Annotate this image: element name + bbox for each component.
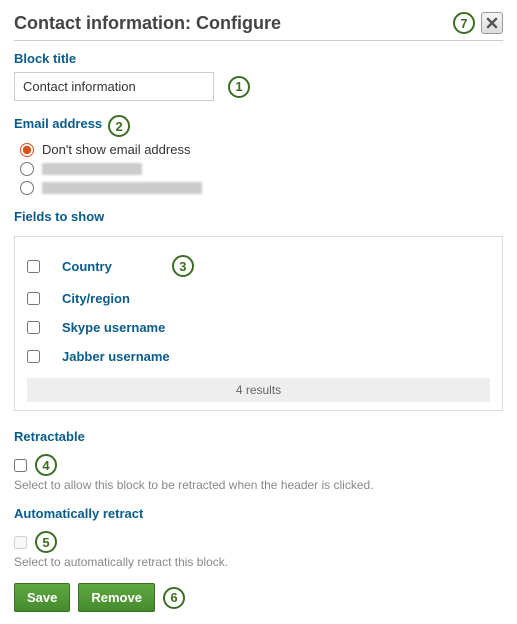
annotation-3: 3 xyxy=(172,255,194,277)
retractable-section: Retractable 4 Select to allow this block… xyxy=(14,429,503,492)
annotation-7: 7 xyxy=(453,12,475,34)
retractable-label: Retractable xyxy=(14,429,85,444)
email-option-redacted-2[interactable] xyxy=(20,181,503,195)
field-row-city: City/region xyxy=(27,291,490,306)
annotation-1: 1 xyxy=(228,76,250,98)
redacted-text xyxy=(42,182,202,194)
field-row-skype: Skype username xyxy=(27,320,490,335)
redacted-text xyxy=(42,163,142,175)
block-title-label: Block title xyxy=(14,51,76,66)
annotation-4: 4 xyxy=(35,454,57,476)
radio-redacted-1[interactable] xyxy=(20,162,34,176)
field-label[interactable]: City/region xyxy=(62,291,130,306)
save-button[interactable]: Save xyxy=(14,583,70,612)
checkbox-auto-retract xyxy=(14,536,27,549)
auto-retract-help: Select to automatically retract this blo… xyxy=(14,555,503,569)
field-label[interactable]: Jabber username xyxy=(62,349,170,364)
retractable-help: Select to allow this block to be retract… xyxy=(14,478,503,492)
field-label[interactable]: Country xyxy=(62,259,112,274)
email-option-dont-show[interactable]: Don't show email address xyxy=(20,142,503,157)
auto-retract-section: Automatically retract 5 Select to automa… xyxy=(14,506,503,569)
annotation-6: 6 xyxy=(163,587,185,609)
radio-dont-show[interactable] xyxy=(20,143,34,157)
close-icon xyxy=(486,17,498,29)
block-title-section: Block title 1 xyxy=(14,51,503,101)
checkbox-jabber[interactable] xyxy=(27,350,40,363)
dialog-title: Contact information: Configure xyxy=(14,13,453,34)
email-option-redacted-1[interactable] xyxy=(20,162,503,176)
radio-label: Don't show email address xyxy=(42,142,190,157)
auto-retract-label: Automatically retract xyxy=(14,506,143,521)
button-row: Save Remove 6 xyxy=(14,583,503,612)
radio-redacted-2[interactable] xyxy=(20,181,34,195)
email-address-section: Email address 2 Don't show email address xyxy=(14,115,503,195)
fields-to-show-section: Fields to show Country 3 City/region Sky… xyxy=(14,209,503,411)
checkbox-city[interactable] xyxy=(27,292,40,305)
annotation-2: 2 xyxy=(108,115,130,137)
fields-box: Country 3 City/region Skype username Jab… xyxy=(14,236,503,411)
checkbox-retractable[interactable] xyxy=(14,459,27,472)
annotation-5: 5 xyxy=(35,531,57,553)
dialog-header: Contact information: Configure 7 xyxy=(14,12,503,41)
field-row-jabber: Jabber username xyxy=(27,349,490,364)
results-bar: 4 results xyxy=(27,378,490,402)
remove-button[interactable]: Remove xyxy=(78,583,155,612)
email-address-label: Email address xyxy=(14,116,102,131)
fields-to-show-label: Fields to show xyxy=(14,209,104,224)
checkbox-skype[interactable] xyxy=(27,321,40,334)
field-label[interactable]: Skype username xyxy=(62,320,165,335)
checkbox-country[interactable] xyxy=(27,260,40,273)
field-row-country: Country 3 xyxy=(27,255,490,277)
close-button[interactable] xyxy=(481,12,503,34)
block-title-input[interactable] xyxy=(14,72,214,101)
